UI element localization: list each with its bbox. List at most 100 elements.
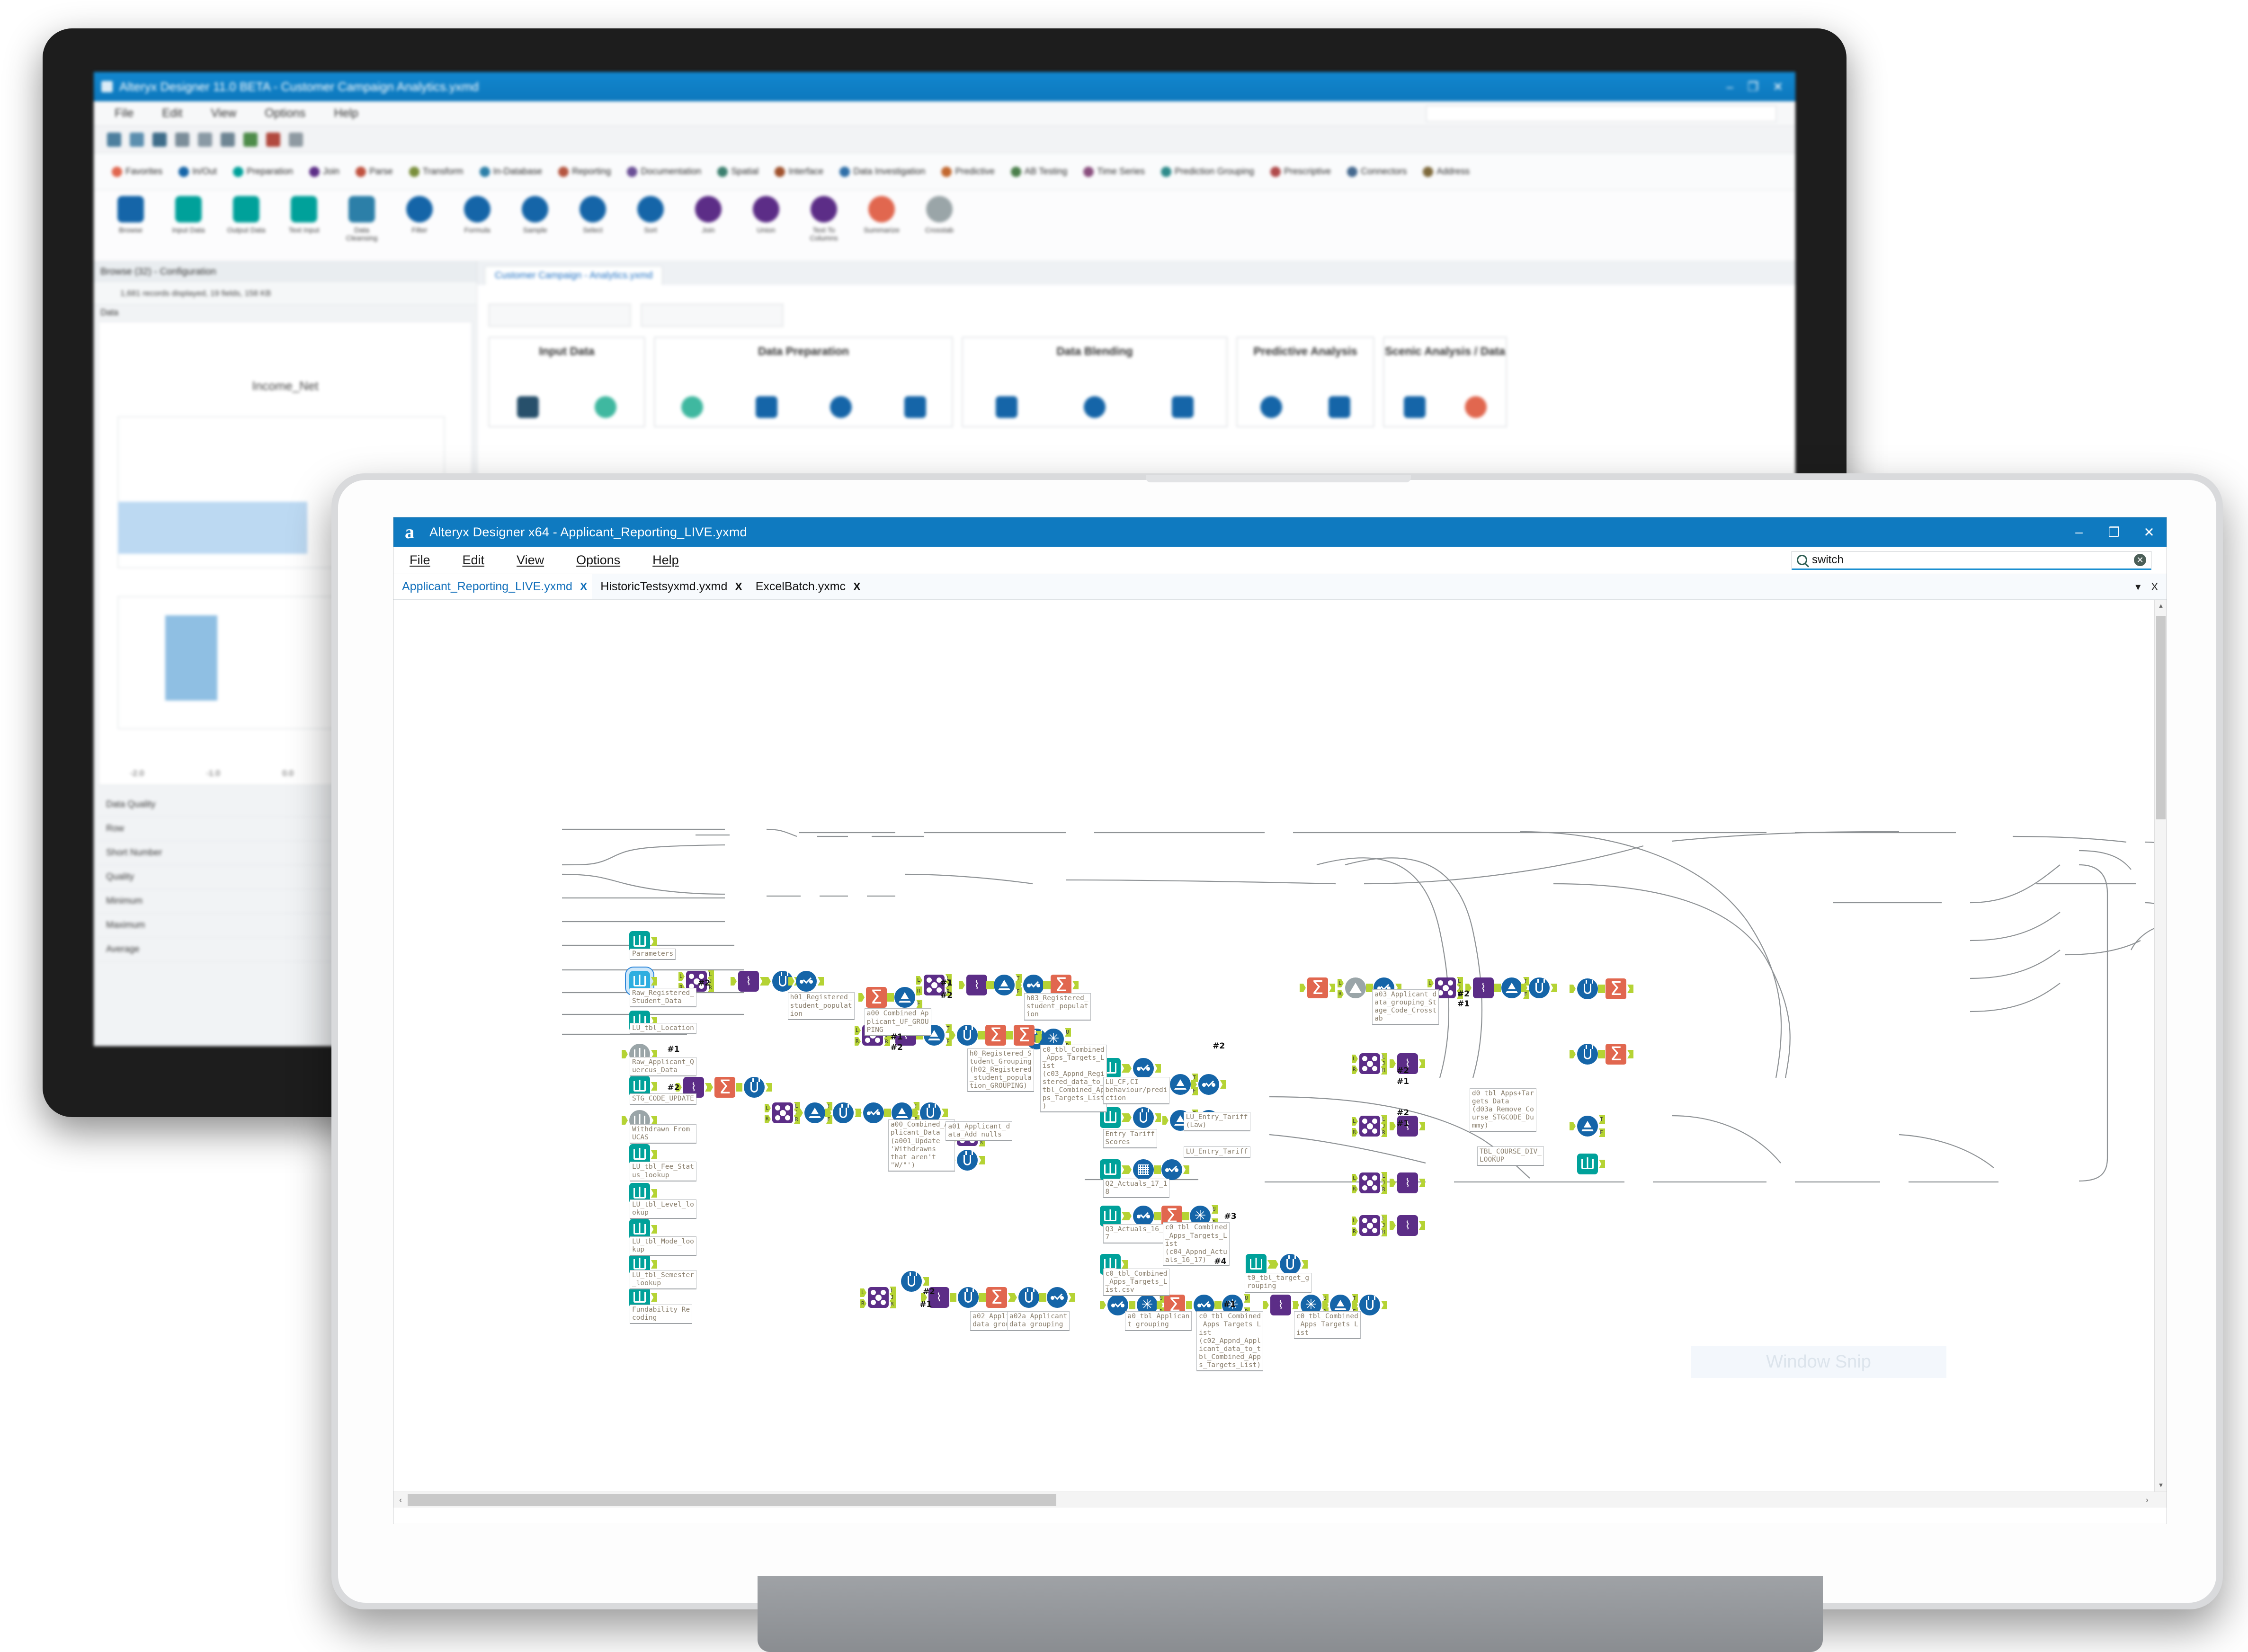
tool-output-port[interactable]	[1381, 1301, 1387, 1309]
tool-output-port[interactable]	[1220, 1080, 1226, 1089]
tool-input-port[interactable]	[1125, 1113, 1132, 1122]
back-palette-browse[interactable]: Browse	[110, 196, 152, 234]
tool-input-port[interactable]	[622, 1116, 628, 1125]
summarize-tool-icon[interactable]: Σ	[985, 1025, 1006, 1046]
tool-annotation-label[interactable]: Q2_Actuals_17_1 8	[1103, 1179, 1170, 1199]
back-toolbar-zoom-icon[interactable]	[289, 132, 303, 147]
back-container-data-preparation[interactable]: Data Preparation	[654, 337, 953, 427]
tool-input-port[interactable]	[1125, 1212, 1132, 1220]
back-workflow-canvas[interactable]: Input Data Data Preparation Data Blending P…	[477, 285, 1795, 446]
tool-output-port[interactable]	[651, 1260, 657, 1269]
back-ribbon-favorites[interactable]: Favorites	[105, 166, 169, 177]
menu-view[interactable]: View	[500, 553, 560, 568]
select-tool-icon[interactable]	[863, 1102, 884, 1123]
clear-search-icon[interactable]: ✕	[2134, 553, 2146, 566]
formula-tool-icon[interactable]	[957, 1150, 978, 1171]
select-tool-icon[interactable]	[1133, 1206, 1154, 1226]
tool-output-port[interactable]	[923, 1277, 929, 1286]
tool-output-port[interactable]	[1627, 1050, 1633, 1058]
back-menu-bar[interactable]: File Edit View Options Help	[94, 101, 1795, 126]
input-data-tool-icon[interactable]	[1100, 1206, 1121, 1226]
formula-tool-icon[interactable]	[1280, 1254, 1301, 1275]
tool-annotation-label[interactable]: d0_tbl_Apps+Tar gets_Data (d03a_Remove_C…	[1469, 1088, 1536, 1132]
formula-tool-icon[interactable]	[958, 1287, 979, 1308]
tool-annotation-label[interactable]: LU_tbl_Semester _lookup	[629, 1270, 696, 1290]
transform-tool-icon[interactable]: ⌇	[1397, 1215, 1418, 1236]
tool-output-port[interactable]	[651, 937, 657, 946]
close-button[interactable]: ✕	[2132, 517, 2167, 547]
tool-annotation-label[interactable]: Q3_Actuals_16_1 7	[1103, 1224, 1170, 1243]
tool-output-port[interactable]	[1329, 984, 1335, 992]
tool-input-port[interactable]	[1125, 1064, 1132, 1073]
formula-tool-icon[interactable]	[901, 1271, 922, 1292]
back-toolbar-paste-icon[interactable]	[221, 132, 235, 147]
tab-strip-controls[interactable]: ▾ X	[2135, 581, 2167, 593]
transform-tool-icon[interactable]: ⌇	[1397, 1172, 1418, 1193]
tool-annotation-label[interactable]: a02a_Applicant data_grouping	[1007, 1311, 1070, 1331]
tool-input-port[interactable]	[1390, 1221, 1396, 1230]
select-tool-icon[interactable]	[1198, 1074, 1219, 1095]
scroll-right-arrow[interactable]: ›	[2140, 1492, 2154, 1508]
summarize-tool-icon[interactable]: Σ	[1307, 977, 1328, 998]
back-menu-edit[interactable]: Edit	[162, 107, 182, 120]
tool-annotation-label[interactable]: t0_tbl_target_g rouping	[1245, 1273, 1312, 1293]
join-tool-icon[interactable]	[1359, 1172, 1380, 1193]
formula-tool-icon[interactable]	[1577, 1044, 1598, 1065]
tab-applicant-reporting-live[interactable]: Applicant_Reporting_LIVE.yxmd X	[393, 574, 592, 599]
tool-output-port[interactable]	[979, 1156, 985, 1164]
tool-input-port[interactable]	[1125, 1165, 1132, 1174]
tool-output-port[interactable]	[1069, 1293, 1075, 1302]
formula-tool-icon[interactable]	[1529, 977, 1550, 998]
back-ribbon-address[interactable]: Address	[1416, 166, 1476, 177]
tool-annotation-label[interactable]: LU_tbl_Mode_loo kup	[629, 1236, 696, 1256]
formula-tool-icon[interactable]	[1018, 1287, 1039, 1308]
tool-annotation-label[interactable]: Raw_Applicant_Q uercus_Data	[629, 1057, 696, 1076]
back-ribbon-time-series[interactable]: Time Series	[1077, 166, 1151, 177]
back-toolbar-cut-icon[interactable]	[175, 132, 189, 147]
back-toolbar[interactable]	[94, 126, 1795, 153]
summarize-tool-icon[interactable]: Σ	[1014, 1025, 1035, 1046]
select-tool-icon[interactable]	[1023, 975, 1044, 995]
tool-annotation-label[interactable]: Withdrawn_From_ UCAS	[629, 1124, 696, 1144]
tool-input-port[interactable]	[707, 1083, 713, 1092]
tool-input-port[interactable]	[1570, 985, 1576, 993]
back-ribbon-preparation[interactable]: Preparation	[226, 166, 300, 177]
transform-tool-icon[interactable]: ⌇	[966, 975, 987, 995]
tool-output-port[interactable]	[1122, 1260, 1128, 1269]
back-palette-crosstab[interactable]: Crosstab	[919, 196, 960, 234]
back-palette-text-input[interactable]: Text Input	[283, 196, 325, 234]
back-palette-summarize[interactable]: Summarize	[861, 196, 902, 234]
close-all-tabs-icon[interactable]: X	[2151, 581, 2158, 593]
tool-input-port[interactable]	[1011, 1293, 1017, 1302]
back-ribbon-in-out[interactable]: In/Out	[172, 166, 223, 177]
tool-output-port[interactable]	[1419, 1179, 1425, 1187]
crosstab-tool-icon[interactable]	[1345, 977, 1366, 998]
back-toolbar-new-icon[interactable]	[107, 132, 121, 147]
tool-output-port[interactable]	[651, 1293, 657, 1302]
back-palette-sample[interactable]: Sample	[514, 196, 556, 234]
back-palette-formula[interactable]: Formula	[456, 196, 498, 234]
tool-annotation-label[interactable]: a0_tbl_Applican t_grouping	[1125, 1311, 1192, 1331]
summarize-tool-icon[interactable]: Σ	[714, 1077, 735, 1098]
summarize-tool-icon[interactable]: Σ	[866, 987, 887, 1008]
tool-annotation-label[interactable]: STG_CODE_UPDATE	[629, 1093, 696, 1105]
formula-tool-icon[interactable]	[744, 1077, 765, 1098]
join-tool-icon[interactable]	[1359, 1215, 1380, 1236]
tool-output-port[interactable]	[1072, 981, 1079, 989]
tool-annotation-label[interactable]: Parameters	[629, 949, 676, 960]
back-ribbon-prediction-grouping[interactable]: Prediction Grouping	[1154, 166, 1261, 177]
tool-input-port[interactable]	[856, 1109, 862, 1117]
tool-output-port[interactable]	[942, 1109, 948, 1117]
search-input[interactable]: switch	[1812, 553, 2134, 567]
window-controls[interactable]: – ❐ ✕	[2061, 517, 2167, 547]
back-toolbar-copy-icon[interactable]	[198, 132, 212, 147]
back-toolbar-open-icon[interactable]	[130, 132, 144, 147]
tab-close-icon[interactable]: X	[853, 580, 860, 593]
tab-close-icon[interactable]: X	[735, 580, 742, 593]
back-container-predictive-analysis[interactable]: Predictive Analysis	[1237, 337, 1374, 427]
tool-output-port[interactable]	[1419, 1122, 1425, 1130]
tool-output-port[interactable]	[1155, 1064, 1161, 1073]
tool-annotation-label[interactable]: c0_tbl_Combined _Apps_Targets_L ist (c03…	[1040, 1044, 1107, 1113]
tool-annotation-label[interactable]: LU_tbl_Level_lo okup	[629, 1199, 696, 1219]
join-tool-icon[interactable]	[772, 1102, 793, 1123]
